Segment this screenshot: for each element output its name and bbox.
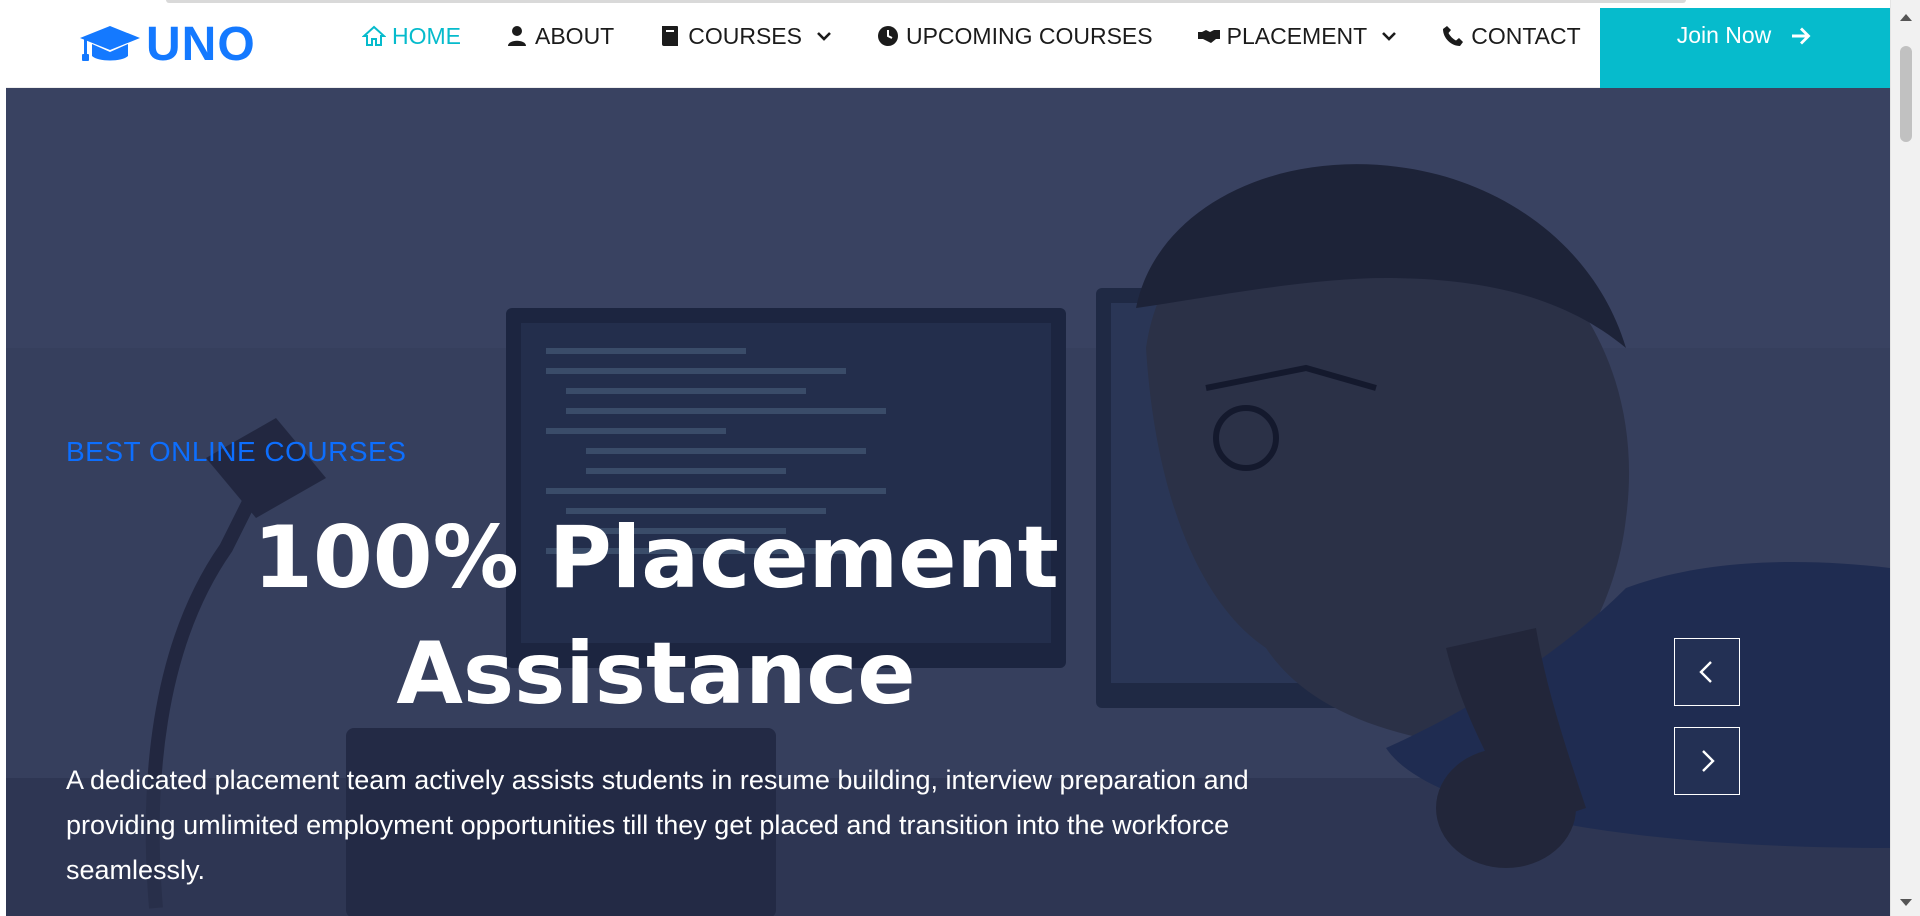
page-scrollbar[interactable] xyxy=(1890,0,1920,916)
chevron-down-icon xyxy=(1382,32,1397,41)
site-navbar: UNO HOME ABOUT COURSES UPCOMING COURSES xyxy=(6,8,1890,88)
nav-item-placement[interactable]: PLACEMENT xyxy=(1197,23,1398,50)
nav-label-contact: CONTACT xyxy=(1471,22,1581,49)
user-icon xyxy=(508,26,526,46)
nav-item-home[interactable]: HOME xyxy=(362,23,461,50)
chevron-left-icon xyxy=(1699,661,1712,683)
nav-label-placement: PLACEMENT xyxy=(1226,22,1368,49)
chevron-right-icon xyxy=(1702,750,1715,772)
hero-title-line-1: 100% Placement xyxy=(253,508,1059,608)
browser-frame-edge xyxy=(166,0,1686,3)
nav-label-about: ABOUT xyxy=(535,22,615,49)
site-logo[interactable]: UNO xyxy=(78,17,256,71)
hero-carousel: BEST ONLINE COURSES 100% Placement Assis… xyxy=(6,88,1890,916)
arrow-right-icon xyxy=(1792,27,1811,45)
phone-icon xyxy=(1443,26,1464,46)
main-nav: HOME ABOUT COURSES UPCOMING COURSES PLAC… xyxy=(362,16,1625,56)
hero-description: A dedicated placement team actively assi… xyxy=(66,765,1249,885)
browser-viewport: UNO HOME ABOUT COURSES UPCOMING COURSES xyxy=(6,0,1890,916)
hero-eyebrow: BEST ONLINE COURSES xyxy=(66,436,407,467)
brand-name: UNO xyxy=(146,17,256,71)
join-now-button[interactable]: Join Now xyxy=(1600,8,1890,88)
nav-item-courses[interactable]: COURSES xyxy=(658,23,832,50)
scroll-thumb[interactable] xyxy=(1900,46,1912,142)
hero-title: 100% Placement Assistance xyxy=(126,500,1186,732)
carousel-prev-button[interactable] xyxy=(1674,638,1740,706)
handshake-icon xyxy=(1197,30,1220,43)
scroll-down-icon[interactable] xyxy=(1900,899,1912,906)
home-icon xyxy=(362,25,386,46)
nav-item-upcoming-courses[interactable]: UPCOMING COURSES xyxy=(876,23,1153,50)
nav-item-about[interactable]: ABOUT xyxy=(505,23,614,50)
graduation-cap-icon xyxy=(80,26,140,61)
clock-icon xyxy=(877,26,898,46)
nav-item-contact[interactable]: CONTACT xyxy=(1441,22,1581,50)
nav-label-home: HOME xyxy=(392,22,461,49)
hero-title-line-2: Assistance xyxy=(396,624,916,724)
scroll-up-icon[interactable] xyxy=(1900,14,1912,21)
carousel-next-button[interactable] xyxy=(1674,727,1740,795)
book-icon xyxy=(662,26,679,46)
chevron-down-icon xyxy=(817,32,831,41)
nav-label-courses: COURSES xyxy=(688,22,802,49)
join-now-label: Join Now xyxy=(1676,22,1772,48)
nav-label-upcoming-courses: UPCOMING COURSES xyxy=(905,22,1153,49)
